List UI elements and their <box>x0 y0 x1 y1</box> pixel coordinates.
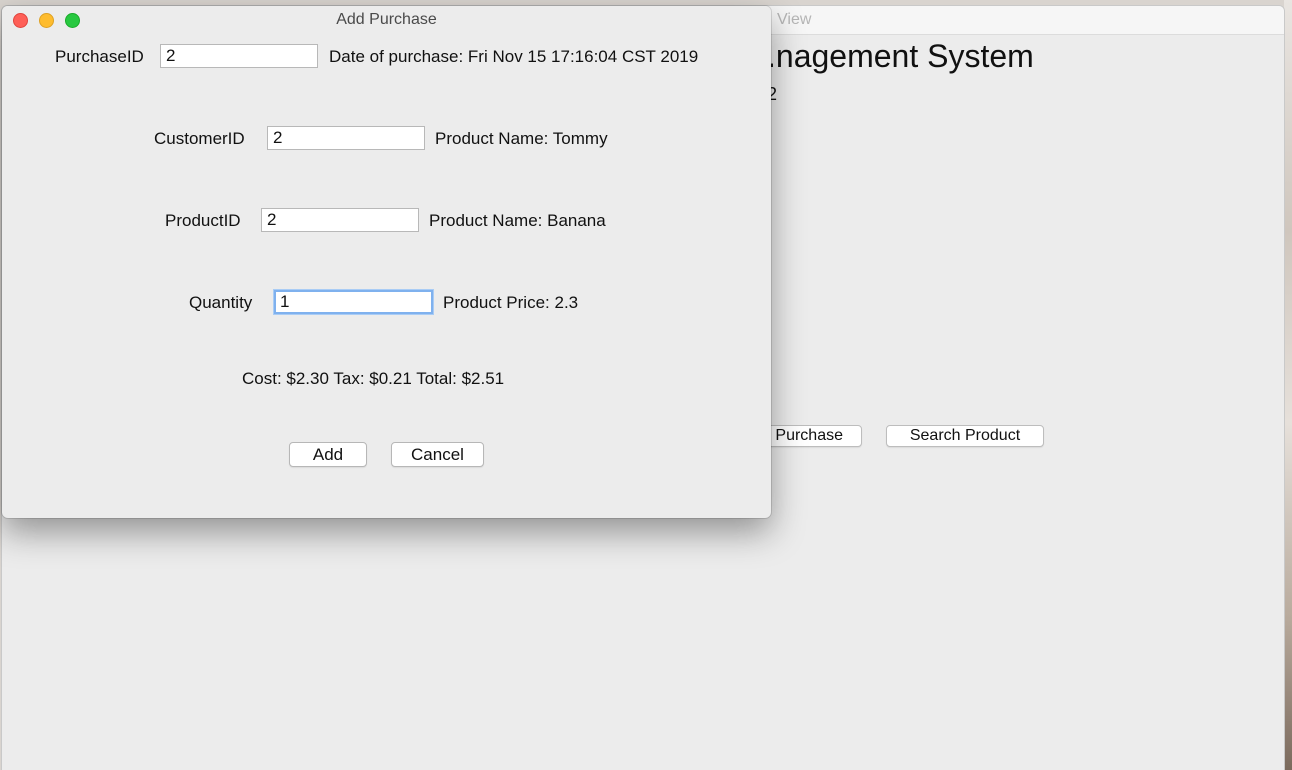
product-name-label: Product Name: Banana <box>429 211 606 230</box>
product-price-label: Product Price: 2.3 <box>443 293 579 312</box>
search-product-button[interactable]: Search Product <box>886 425 1044 447</box>
purchase-id-label: PurchaseID <box>55 47 144 66</box>
add-button[interactable]: Add <box>289 442 367 467</box>
main-heading: .nagement System <box>767 38 1034 74</box>
customer-id-field[interactable] <box>267 126 425 150</box>
quantity-label: Quantity <box>189 293 253 312</box>
product-id-field[interactable] <box>261 208 419 232</box>
dialog-title: Add Purchase <box>336 11 437 28</box>
customer-id-label: CustomerID <box>154 129 245 148</box>
date-of-purchase-label: Date of purchase: Fri Nov 15 17:16:04 CS… <box>329 47 699 66</box>
product-id-label: ProductID <box>165 211 241 230</box>
dialog-titlebar: Add Purchase <box>2 6 771 34</box>
customer-name-label: Product Name: Tommy <box>435 129 608 148</box>
purchase-id-field[interactable] <box>160 44 318 68</box>
main-window-title: View <box>777 11 812 28</box>
cancel-button[interactable]: Cancel <box>391 442 484 467</box>
quantity-field[interactable] <box>274 290 433 314</box>
desktop-background <box>1284 0 1292 770</box>
add-purchase-dialog: Add Purchase PurchaseID Date of purchase… <box>2 6 771 518</box>
cost-summary: Cost: $2.30 Tax: $0.21 Total: $2.51 <box>242 369 505 388</box>
